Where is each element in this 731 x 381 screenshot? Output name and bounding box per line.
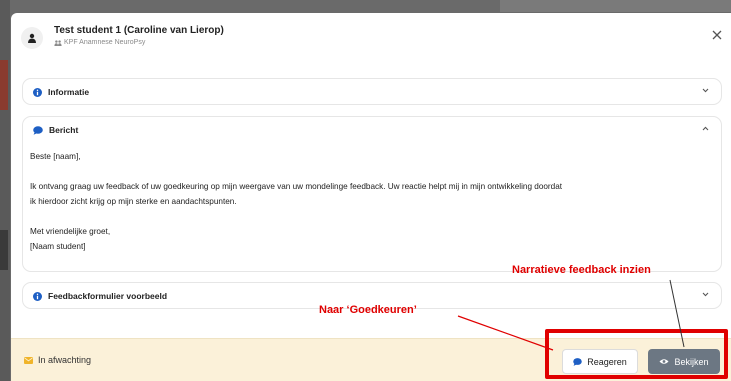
user-icon	[28, 33, 36, 43]
chat-bubble-icon	[33, 125, 43, 135]
section-title: Informatie	[48, 87, 90, 97]
backdrop-top-bar	[500, 0, 731, 12]
chevron-down-icon	[702, 292, 709, 297]
section-title: Bericht	[49, 125, 79, 135]
reageren-label: Reageren	[587, 356, 627, 367]
status-badge: In afwachting	[24, 355, 91, 365]
info-icon	[33, 291, 42, 301]
bekijken-button[interactable]: Bekijken	[648, 349, 720, 374]
chevron-down-icon	[702, 88, 709, 93]
message-closing: Met vriendelijke groet,	[30, 227, 111, 236]
section-informatie-header[interactable]: Informatie	[23, 79, 721, 105]
section-bericht-header[interactable]: Bericht	[23, 117, 721, 143]
subtitle-text: KPF Anamnese NeuroPsy	[64, 39, 146, 46]
section-informatie: Informatie	[22, 78, 722, 105]
group-icon	[54, 39, 62, 46]
chevron-up-icon	[702, 126, 709, 131]
message-signature: [Naam student]	[30, 242, 86, 251]
close-icon	[712, 30, 722, 40]
close-button[interactable]	[708, 26, 726, 44]
status-text: In afwachting	[38, 355, 92, 365]
message-body: Beste [naam], Ik ontvang graag uw feedba…	[23, 143, 721, 254]
backdrop-left-edge	[0, 0, 10, 381]
modal-footer: In afwachting Reageren Bekijken	[11, 338, 731, 381]
student-modal: Test student 1 (Caroline van Lierop) KPF…	[11, 13, 731, 381]
section-title: Feedbackformulier voorbeeld	[48, 291, 168, 301]
backdrop-stripe	[0, 60, 8, 110]
chat-bubble-icon	[573, 357, 583, 366]
avatar	[21, 27, 43, 49]
message-line: ik hierdoor zicht krijg op mijn sterke e…	[30, 197, 237, 206]
envelope-icon	[24, 356, 33, 364]
message-line: Ik ontvang graag uw feedback of uw goedk…	[30, 182, 563, 191]
section-bericht: Bericht Beste [naam], Ik ontvang graag u…	[22, 116, 722, 272]
student-name: Test student 1 (Caroline van Lierop)	[54, 25, 224, 36]
annotation-narrative: Narratieve feedback inzien	[512, 264, 651, 276]
annotation-approve: Naar ‘Goedkeuren’	[319, 304, 417, 316]
modal-header: Test student 1 (Caroline van Lierop) KPF…	[11, 13, 731, 61]
info-icon	[33, 87, 42, 97]
eye-icon	[659, 359, 669, 364]
backdrop-stripe	[0, 230, 8, 270]
reageren-button[interactable]: Reageren	[562, 349, 638, 374]
student-subtitle: KPF Anamnese NeuroPsy	[54, 39, 145, 46]
bekijken-label: Bekijken	[674, 356, 709, 367]
message-greeting: Beste [naam],	[30, 152, 81, 161]
